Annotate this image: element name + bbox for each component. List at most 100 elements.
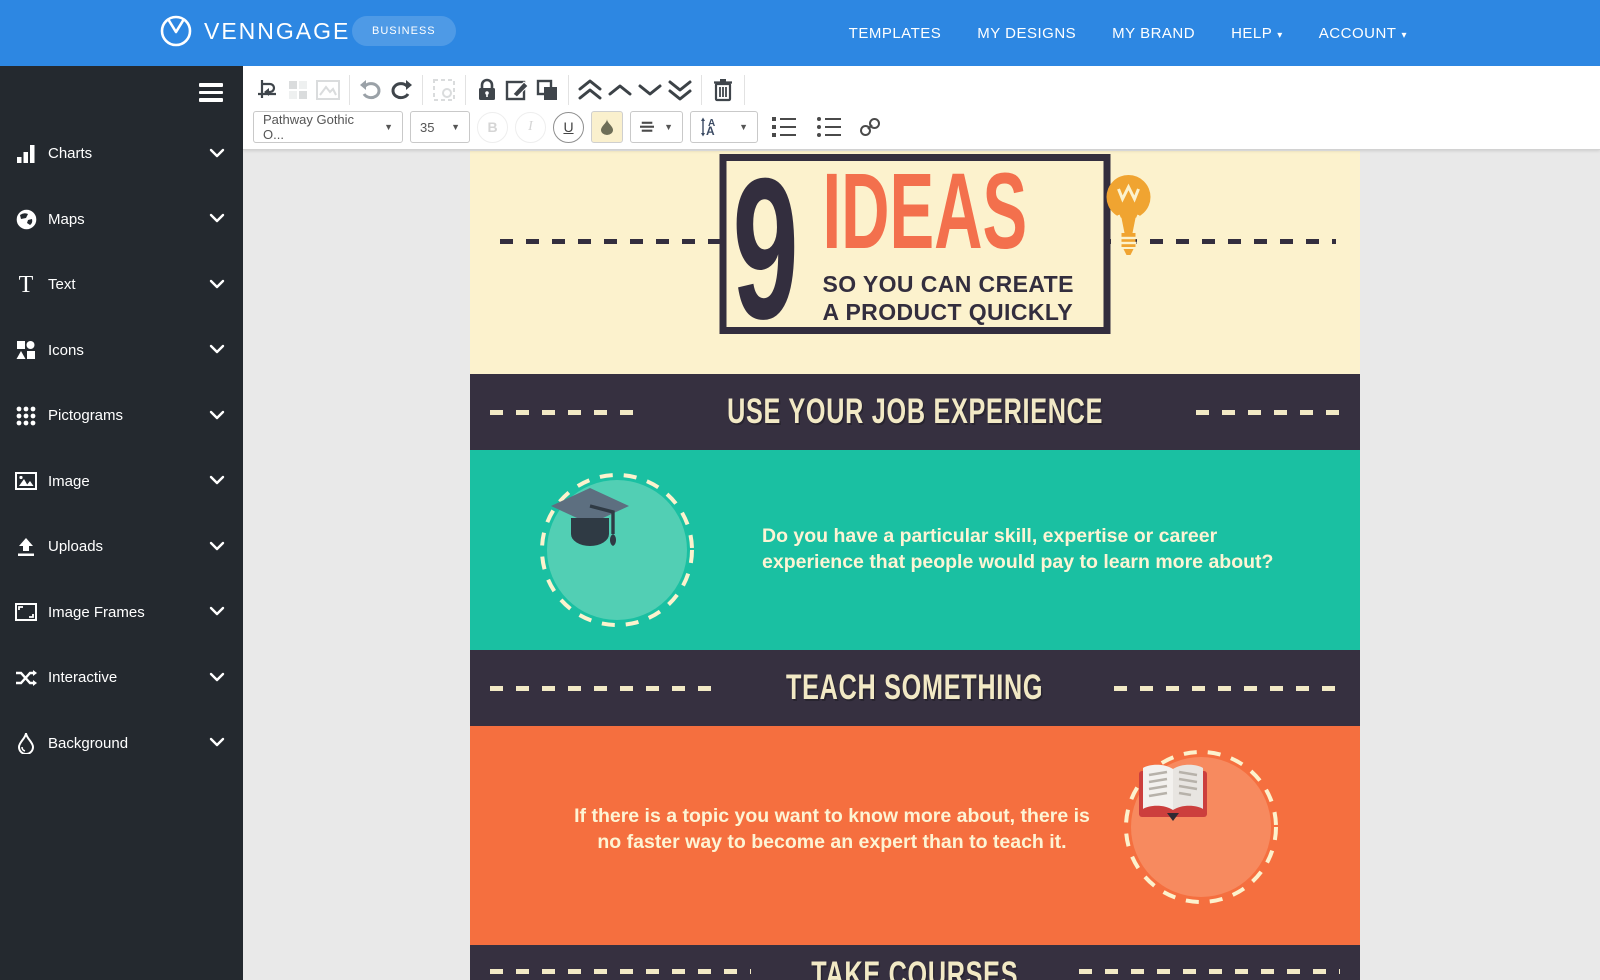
svg-text:A: A [706, 124, 715, 137]
droplet-icon [13, 732, 39, 754]
left-sidebar: Charts Maps T Text Icons [0, 66, 243, 980]
sidebar-item-uploads[interactable]: Uploads [0, 514, 243, 580]
italic-button[interactable]: I [515, 112, 546, 143]
dashed-line [490, 686, 716, 691]
toolbar-row-2: Pathway Gothic O...▼ 35▼ B I U ▼ AA ▼ [253, 110, 885, 144]
photo-icon [13, 472, 39, 490]
chevron-down-icon [209, 736, 225, 748]
dashed-line [1079, 969, 1340, 974]
undo-button[interactable] [356, 73, 386, 107]
venngage-logo-icon[interactable] [160, 15, 192, 47]
orange-body-text[interactable]: If there is a topic you want to know mor… [562, 804, 1102, 856]
dashed-line [1196, 410, 1340, 415]
link-button[interactable] [855, 110, 885, 144]
hero-title[interactable]: IDEAS [823, 169, 1028, 253]
nav-account[interactable]: ACCOUNT▾ [1319, 25, 1407, 42]
group-select-button[interactable] [429, 73, 459, 107]
chevron-down-icon [209, 605, 225, 617]
caret-down-icon: ▼ [664, 122, 673, 132]
text-color-button[interactable] [591, 111, 623, 143]
dashed-line [1114, 686, 1340, 691]
hero-number[interactable]: 9 [733, 167, 790, 322]
edit-text-button[interactable] [502, 73, 532, 107]
bring-forward-button[interactable] [605, 73, 635, 107]
chevron-down-icon [209, 540, 225, 552]
orange-section[interactable]: If there is a topic you want to know mor… [470, 726, 1360, 945]
hero-subtitle-2[interactable]: A PRODUCT QUICKLY [823, 299, 1153, 327]
caret-down-icon: ▼ [739, 122, 748, 132]
delete-button[interactable] [708, 73, 738, 107]
open-book-badge[interactable] [1122, 748, 1280, 906]
nav-my-brand[interactable]: MY BRAND [1112, 25, 1195, 42]
sidebar-item-pictograms[interactable]: Pictograms [0, 383, 243, 449]
send-backward-button[interactable] [635, 73, 665, 107]
sidebar-menu: Charts Maps T Text Icons [0, 121, 243, 776]
layout-grid-button[interactable] [283, 73, 313, 107]
upload-icon [13, 537, 39, 557]
letter-t-icon: T [13, 273, 39, 297]
teal-section[interactable]: Do you have a particular skill, expertis… [470, 450, 1360, 650]
sidebar-item-text[interactable]: T Text [0, 252, 243, 318]
graduation-cap-icon [547, 480, 633, 560]
section-heading-band-2[interactable]: TEACH SOMETHING [470, 650, 1360, 726]
replace-image-button[interactable] [313, 73, 343, 107]
bring-to-front-button[interactable] [575, 73, 605, 107]
open-book-icon [1131, 757, 1215, 827]
lightbulb-icon [1105, 171, 1153, 257]
business-badge[interactable]: BUSINESS [352, 16, 456, 46]
bullet-list-button[interactable] [817, 117, 841, 137]
bar-chart-icon [13, 144, 39, 164]
dots-grid-icon [13, 406, 39, 426]
chevron-down-icon [209, 409, 225, 421]
sidebar-item-interactive[interactable]: Interactive [0, 645, 243, 711]
band1-heading[interactable]: USE YOUR JOB EXPERIENCE [727, 392, 1103, 432]
teal-body-text[interactable]: Do you have a particular skill, expertis… [762, 524, 1282, 576]
duplicate-button[interactable] [532, 73, 562, 107]
design-canvas[interactable]: 9 IDEAS [243, 149, 1600, 980]
sidebar-item-background[interactable]: Background [0, 711, 243, 777]
hero-subtitle-1[interactable]: SO YOU CAN CREATE [823, 271, 1153, 299]
shuffle-icon [13, 670, 39, 686]
section-heading-band-1[interactable]: USE YOUR JOB EXPERIENCE [470, 374, 1360, 450]
top-navbar: VENNGAGE BUSINESS TEMPLATES MY DESIGNS M… [0, 0, 1600, 66]
numbered-list-button[interactable] [772, 117, 796, 137]
sidebar-item-maps[interactable]: Maps [0, 187, 243, 253]
lock-button[interactable] [472, 73, 502, 107]
band2-heading[interactable]: TEACH SOMETHING [786, 668, 1043, 708]
align-select[interactable]: ▼ [630, 111, 683, 143]
font-size-select[interactable]: 35▼ [410, 111, 470, 143]
editor-toolbar: Pathway Gothic O...▼ 35▼ B I U ▼ AA ▼ [243, 66, 1600, 150]
globe-icon [13, 209, 39, 230]
sidebar-item-icons[interactable]: Icons [0, 318, 243, 384]
graduation-cap-badge[interactable] [538, 471, 696, 629]
brand-name[interactable]: VENNGAGE [204, 18, 350, 45]
title-box[interactable]: 9 IDEAS [720, 154, 1111, 334]
chevron-down-icon [209, 147, 225, 159]
sidebar-item-image-frames[interactable]: Image Frames [0, 580, 243, 646]
line-spacing-icon: AA [700, 117, 722, 137]
sidebar-item-charts[interactable]: Charts [0, 121, 243, 187]
chevron-down-icon [209, 671, 225, 683]
infographic-page[interactable]: 9 IDEAS [470, 151, 1360, 980]
section-heading-band-3[interactable]: TAKE COURSES [470, 945, 1360, 980]
line-spacing-select[interactable]: AA ▼ [690, 111, 758, 143]
chevron-down-icon [209, 343, 225, 355]
hero-section[interactable]: 9 IDEAS [470, 151, 1360, 374]
redo-button[interactable] [386, 73, 416, 107]
underline-button[interactable]: U [553, 112, 584, 143]
nav-my-designs[interactable]: MY DESIGNS [977, 25, 1076, 42]
bold-button[interactable]: B [477, 112, 508, 143]
dashed-line [490, 410, 634, 415]
nav-help[interactable]: HELP▾ [1231, 25, 1283, 42]
crop-tool-button[interactable] [253, 73, 283, 107]
sidebar-item-image[interactable]: Image [0, 449, 243, 515]
font-family-select[interactable]: Pathway Gothic O...▼ [253, 111, 403, 143]
hamburger-menu-icon[interactable] [199, 83, 223, 106]
chevron-down-icon [209, 278, 225, 290]
shapes-icon [13, 340, 39, 360]
band3-heading[interactable]: TAKE COURSES [812, 955, 1019, 980]
droplet-icon [601, 119, 613, 135]
nav-templates[interactable]: TEMPLATES [849, 25, 942, 42]
toolbar-row-1 [253, 71, 751, 109]
send-to-back-button[interactable] [665, 73, 695, 107]
